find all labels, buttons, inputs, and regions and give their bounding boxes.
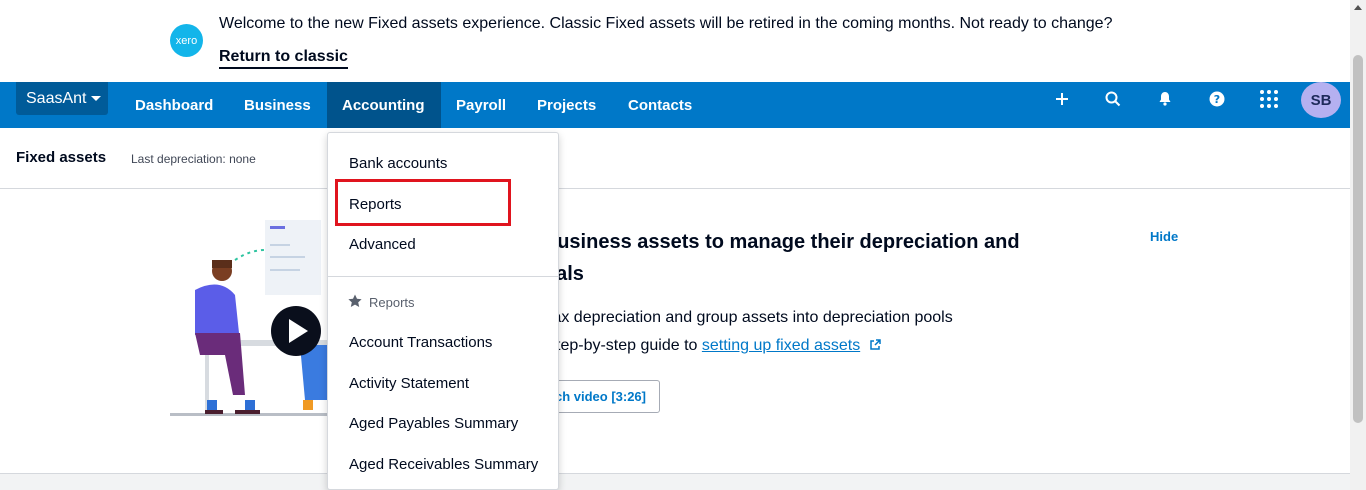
announcement-banner: xero Welcome to the new Fixed assets exp… [0, 0, 1350, 82]
plus-icon[interactable] [1047, 82, 1077, 115]
onboarding-heading-line1: business assets to manage their deprecia… [545, 231, 1020, 253]
star-icon [348, 294, 362, 311]
nav-contacts[interactable]: Contacts [613, 82, 707, 128]
search-icon[interactable] [1098, 82, 1128, 115]
menu-item-aged-receivables-summary[interactable]: Aged Receivables Summary [349, 456, 538, 473]
caret-down-icon [91, 96, 102, 101]
external-link-icon [869, 338, 881, 356]
xero-logo: xero [170, 24, 203, 57]
onboarding-heading: business assets to manage their deprecia… [545, 226, 1105, 290]
org-name: SaasAnt [26, 89, 87, 107]
onboarding-text-line2: step-by-step guide to setting up fixed a… [548, 337, 881, 356]
nav-dashboard[interactable]: Dashboard [120, 82, 228, 128]
nav-projects[interactable]: Projects [522, 82, 611, 128]
page-header: Fixed assets Last depreciation: none [0, 128, 1350, 189]
menu-divider [328, 276, 558, 277]
onboarding-heading-line2: sals [545, 263, 584, 285]
menu-item-account-transactions[interactable]: Account Transactions [349, 334, 492, 351]
nav-accounting[interactable]: Accounting [327, 82, 441, 128]
org-switcher[interactable]: SaasAnt [16, 82, 108, 115]
top-navigation: SaasAnt Dashboard Business Accounting Pa… [0, 82, 1350, 128]
menu-item-advanced[interactable]: Advanced [349, 236, 416, 253]
help-icon[interactable]: ? [1202, 82, 1232, 115]
menu-item-aged-payables-summary[interactable]: Aged Payables Summary [349, 415, 518, 432]
page-footer-strip [0, 473, 1350, 490]
reports-section-label: Reports [369, 295, 415, 310]
setting-up-fixed-assets-link[interactable]: setting up fixed assets [702, 337, 860, 354]
bell-icon[interactable] [1150, 82, 1180, 115]
return-to-classic-link[interactable]: Return to classic [219, 47, 348, 69]
menu-item-bank-accounts[interactable]: Bank accounts [349, 155, 447, 172]
guide-prefix-text: step-by-step guide to [548, 337, 702, 354]
reports-highlight-box [335, 179, 511, 226]
menu-item-activity-statement[interactable]: Activity Statement [349, 375, 469, 392]
scroll-thumb[interactable] [1353, 55, 1363, 423]
hide-link[interactable]: Hide [1150, 229, 1178, 244]
svg-text:?: ? [1214, 93, 1220, 106]
last-depreciation-label: Last depreciation: none [131, 152, 256, 166]
scroll-up-arrow-icon[interactable] [1354, 5, 1362, 10]
nav-payroll[interactable]: Payroll [441, 82, 521, 128]
banner-message: Welcome to the new Fixed assets experien… [219, 15, 1113, 32]
onboarding-text-line1: tax depreciation and group assets into d… [548, 309, 953, 326]
page-title: Fixed assets [16, 149, 107, 166]
vertical-scrollbar[interactable] [1350, 0, 1366, 490]
nav-business[interactable]: Business [229, 82, 326, 128]
onboarding-illustration [165, 215, 335, 420]
reports-section-header: Reports [348, 294, 415, 311]
apps-grid-icon[interactable] [1254, 82, 1284, 115]
user-avatar[interactable]: SB [1301, 82, 1341, 118]
